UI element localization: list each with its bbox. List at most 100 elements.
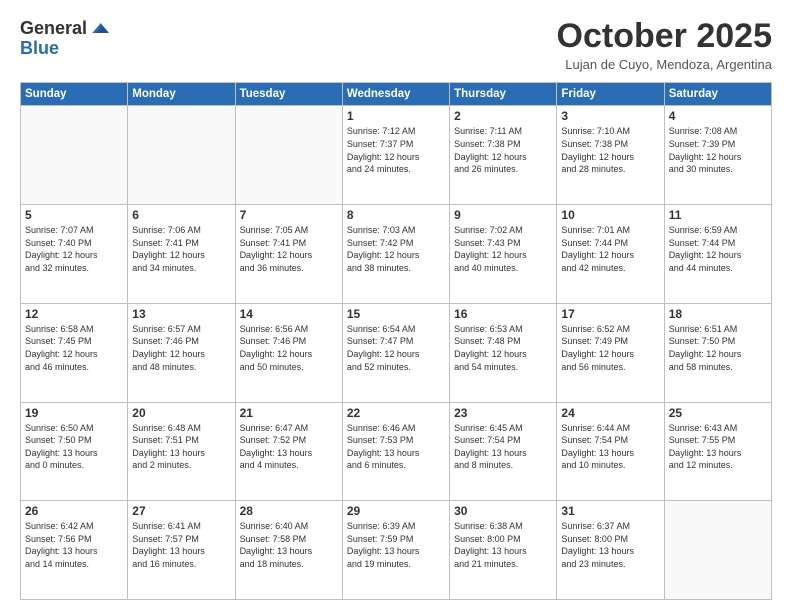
day-info: Sunrise: 7:11 AM Sunset: 7:38 PM Dayligh… — [454, 125, 552, 175]
day-info: Sunrise: 7:06 AM Sunset: 7:41 PM Dayligh… — [132, 224, 230, 274]
day-info: Sunrise: 6:51 AM Sunset: 7:50 PM Dayligh… — [669, 323, 767, 373]
day-info: Sunrise: 6:39 AM Sunset: 7:59 PM Dayligh… — [347, 520, 445, 570]
calendar-day-cell: 23 Sunrise: 6:45 AM Sunset: 7:54 PM Dayli… — [450, 402, 557, 501]
day-info: Sunrise: 7:12 AM Sunset: 7:37 PM Dayligh… — [347, 125, 445, 175]
day-number: 11 — [669, 208, 767, 222]
calendar-day-cell: 19 Sunrise: 6:50 AM Sunset: 7:50 PM Dayli… — [21, 402, 128, 501]
calendar-week-row: 26 Sunrise: 6:42 AM Sunset: 7:56 PM Dayli… — [21, 501, 772, 600]
logo: General Blue — [20, 18, 109, 59]
day-info: Sunrise: 7:01 AM Sunset: 7:44 PM Dayligh… — [561, 224, 659, 274]
calendar-day-cell: 28Sunrise: 6:40 AM Sunset: 7:58 PM Dayli… — [235, 501, 342, 600]
calendar-day-cell: 13 Sunrise: 6:57 AM Sunset: 7:46 PM Dayli… — [128, 303, 235, 402]
day-number: 23 — [454, 406, 552, 420]
calendar-day-cell: 8 Sunrise: 7:03 AM Sunset: 7:42 PM Daylig… — [342, 205, 449, 304]
weekday-header-row: SundayMondayTuesdayWednesdayThursdayFrid… — [21, 83, 772, 106]
day-number: 2 — [454, 109, 552, 123]
day-number: 1 — [347, 109, 445, 123]
location-subtitle: Lujan de Cuyo, Mendoza, Argentina — [557, 57, 772, 72]
calendar-day-cell: 20Sunrise: 6:48 AM Sunset: 7:51 PM Dayli… — [128, 402, 235, 501]
day-info: Sunrise: 6:57 AM Sunset: 7:46 PM Dayligh… — [132, 323, 230, 373]
day-number: 18 — [669, 307, 767, 321]
day-number: 12 — [25, 307, 123, 321]
day-info: Sunrise: 6:53 AM Sunset: 7:48 PM Dayligh… — [454, 323, 552, 373]
day-info: Sunrise: 6:43 AM Sunset: 7:55 PM Dayligh… — [669, 422, 767, 472]
page: General Blue October 2025 Lujan de Cuyo,… — [0, 0, 792, 612]
day-number: 19 — [25, 406, 123, 420]
day-number: 6 — [132, 208, 230, 222]
calendar-day-cell: 2 Sunrise: 7:11 AM Sunset: 7:38 PM Daylig… — [450, 106, 557, 205]
day-number: 17 — [561, 307, 659, 321]
calendar-week-row: 5 Sunrise: 7:07 AM Sunset: 7:40 PM Daylig… — [21, 205, 772, 304]
calendar-day-cell: 30 Sunrise: 6:38 AM Sunset: 8:00 PM Dayli… — [450, 501, 557, 600]
calendar-day-cell: 6 Sunrise: 7:06 AM Sunset: 7:41 PM Daylig… — [128, 205, 235, 304]
calendar-day-cell: 4Sunrise: 7:08 AM Sunset: 7:39 PM Daylig… — [664, 106, 771, 205]
calendar-day-cell: 10 Sunrise: 7:01 AM Sunset: 7:44 PM Dayli… — [557, 205, 664, 304]
calendar-day-cell — [664, 501, 771, 600]
weekday-header-sunday: Sunday — [21, 83, 128, 106]
weekday-header-thursday: Thursday — [450, 83, 557, 106]
weekday-header-friday: Friday — [557, 83, 664, 106]
day-info: Sunrise: 7:05 AM Sunset: 7:41 PM Dayligh… — [240, 224, 338, 274]
day-info: Sunrise: 6:56 AM Sunset: 7:46 PM Dayligh… — [240, 323, 338, 373]
day-info: Sunrise: 6:40 AM Sunset: 7:58 PM Dayligh… — [240, 520, 338, 570]
calendar-week-row: 1 Sunrise: 7:12 AM Sunset: 7:37 PM Daylig… — [21, 106, 772, 205]
day-number: 14 — [240, 307, 338, 321]
day-info: Sunrise: 7:03 AM Sunset: 7:42 PM Dayligh… — [347, 224, 445, 274]
day-number: 8 — [347, 208, 445, 222]
day-info: Sunrise: 7:08 AM Sunset: 7:39 PM Dayligh… — [669, 125, 767, 175]
day-info: Sunrise: 6:38 AM Sunset: 8:00 PM Dayligh… — [454, 520, 552, 570]
day-info: Sunrise: 6:58 AM Sunset: 7:45 PM Dayligh… — [25, 323, 123, 373]
calendar-day-cell: 11Sunrise: 6:59 AM Sunset: 7:44 PM Dayli… — [664, 205, 771, 304]
day-info: Sunrise: 7:10 AM Sunset: 7:38 PM Dayligh… — [561, 125, 659, 175]
logo-blue-text: Blue — [20, 38, 59, 59]
day-info: Sunrise: 6:37 AM Sunset: 8:00 PM Dayligh… — [561, 520, 659, 570]
calendar-day-cell: 25 Sunrise: 6:43 AM Sunset: 7:55 PM Dayli… — [664, 402, 771, 501]
day-info: Sunrise: 6:41 AM Sunset: 7:57 PM Dayligh… — [132, 520, 230, 570]
calendar-day-cell: 7 Sunrise: 7:05 AM Sunset: 7:41 PM Daylig… — [235, 205, 342, 304]
calendar-week-row: 12 Sunrise: 6:58 AM Sunset: 7:45 PM Dayli… — [21, 303, 772, 402]
day-info: Sunrise: 6:47 AM Sunset: 7:52 PM Dayligh… — [240, 422, 338, 472]
calendar-week-row: 19 Sunrise: 6:50 AM Sunset: 7:50 PM Dayli… — [21, 402, 772, 501]
day-number: 31 — [561, 504, 659, 518]
day-info: Sunrise: 6:45 AM Sunset: 7:54 PM Dayligh… — [454, 422, 552, 472]
calendar-day-cell: 26 Sunrise: 6:42 AM Sunset: 7:56 PM Dayli… — [21, 501, 128, 600]
day-number: 20 — [132, 406, 230, 420]
day-number: 30 — [454, 504, 552, 518]
title-block: October 2025 Lujan de Cuyo, Mendoza, Arg… — [557, 18, 772, 72]
day-number: 16 — [454, 307, 552, 321]
day-number: 25 — [669, 406, 767, 420]
calendar-table: SundayMondayTuesdayWednesdayThursdayFrid… — [20, 82, 772, 600]
day-number: 29 — [347, 504, 445, 518]
calendar-day-cell — [21, 106, 128, 205]
day-number: 5 — [25, 208, 123, 222]
day-number: 21 — [240, 406, 338, 420]
weekday-header-monday: Monday — [128, 83, 235, 106]
calendar-day-cell: 5 Sunrise: 7:07 AM Sunset: 7:40 PM Daylig… — [21, 205, 128, 304]
header: General Blue October 2025 Lujan de Cuyo,… — [20, 18, 772, 72]
day-info: Sunrise: 6:50 AM Sunset: 7:50 PM Dayligh… — [25, 422, 123, 472]
calendar-day-cell: 17Sunrise: 6:52 AM Sunset: 7:49 PM Dayli… — [557, 303, 664, 402]
day-number: 3 — [561, 109, 659, 123]
day-number: 13 — [132, 307, 230, 321]
day-number: 22 — [347, 406, 445, 420]
calendar-day-cell: 31 Sunrise: 6:37 AM Sunset: 8:00 PM Dayli… — [557, 501, 664, 600]
day-info: Sunrise: 6:46 AM Sunset: 7:53 PM Dayligh… — [347, 422, 445, 472]
day-number: 27 — [132, 504, 230, 518]
day-number: 26 — [25, 504, 123, 518]
logo-general-text: General — [20, 19, 87, 37]
weekday-header-wednesday: Wednesday — [342, 83, 449, 106]
calendar-day-cell: 3 Sunrise: 7:10 AM Sunset: 7:38 PM Daylig… — [557, 106, 664, 205]
weekday-header-saturday: Saturday — [664, 83, 771, 106]
calendar-day-cell: 16 Sunrise: 6:53 AM Sunset: 7:48 PM Dayli… — [450, 303, 557, 402]
day-number: 7 — [240, 208, 338, 222]
calendar-day-cell: 14 Sunrise: 6:56 AM Sunset: 7:46 PM Dayli… — [235, 303, 342, 402]
day-info: Sunrise: 6:42 AM Sunset: 7:56 PM Dayligh… — [25, 520, 123, 570]
calendar-day-cell: 18 Sunrise: 6:51 AM Sunset: 7:50 PM Dayli… — [664, 303, 771, 402]
day-number: 9 — [454, 208, 552, 222]
calendar-day-cell: 15Sunrise: 6:54 AM Sunset: 7:47 PM Dayli… — [342, 303, 449, 402]
day-info: Sunrise: 7:07 AM Sunset: 7:40 PM Dayligh… — [25, 224, 123, 274]
day-info: Sunrise: 6:54 AM Sunset: 7:47 PM Dayligh… — [347, 323, 445, 373]
calendar-day-cell — [235, 106, 342, 205]
calendar-day-cell: 1 Sunrise: 7:12 AM Sunset: 7:37 PM Daylig… — [342, 106, 449, 205]
day-number: 10 — [561, 208, 659, 222]
